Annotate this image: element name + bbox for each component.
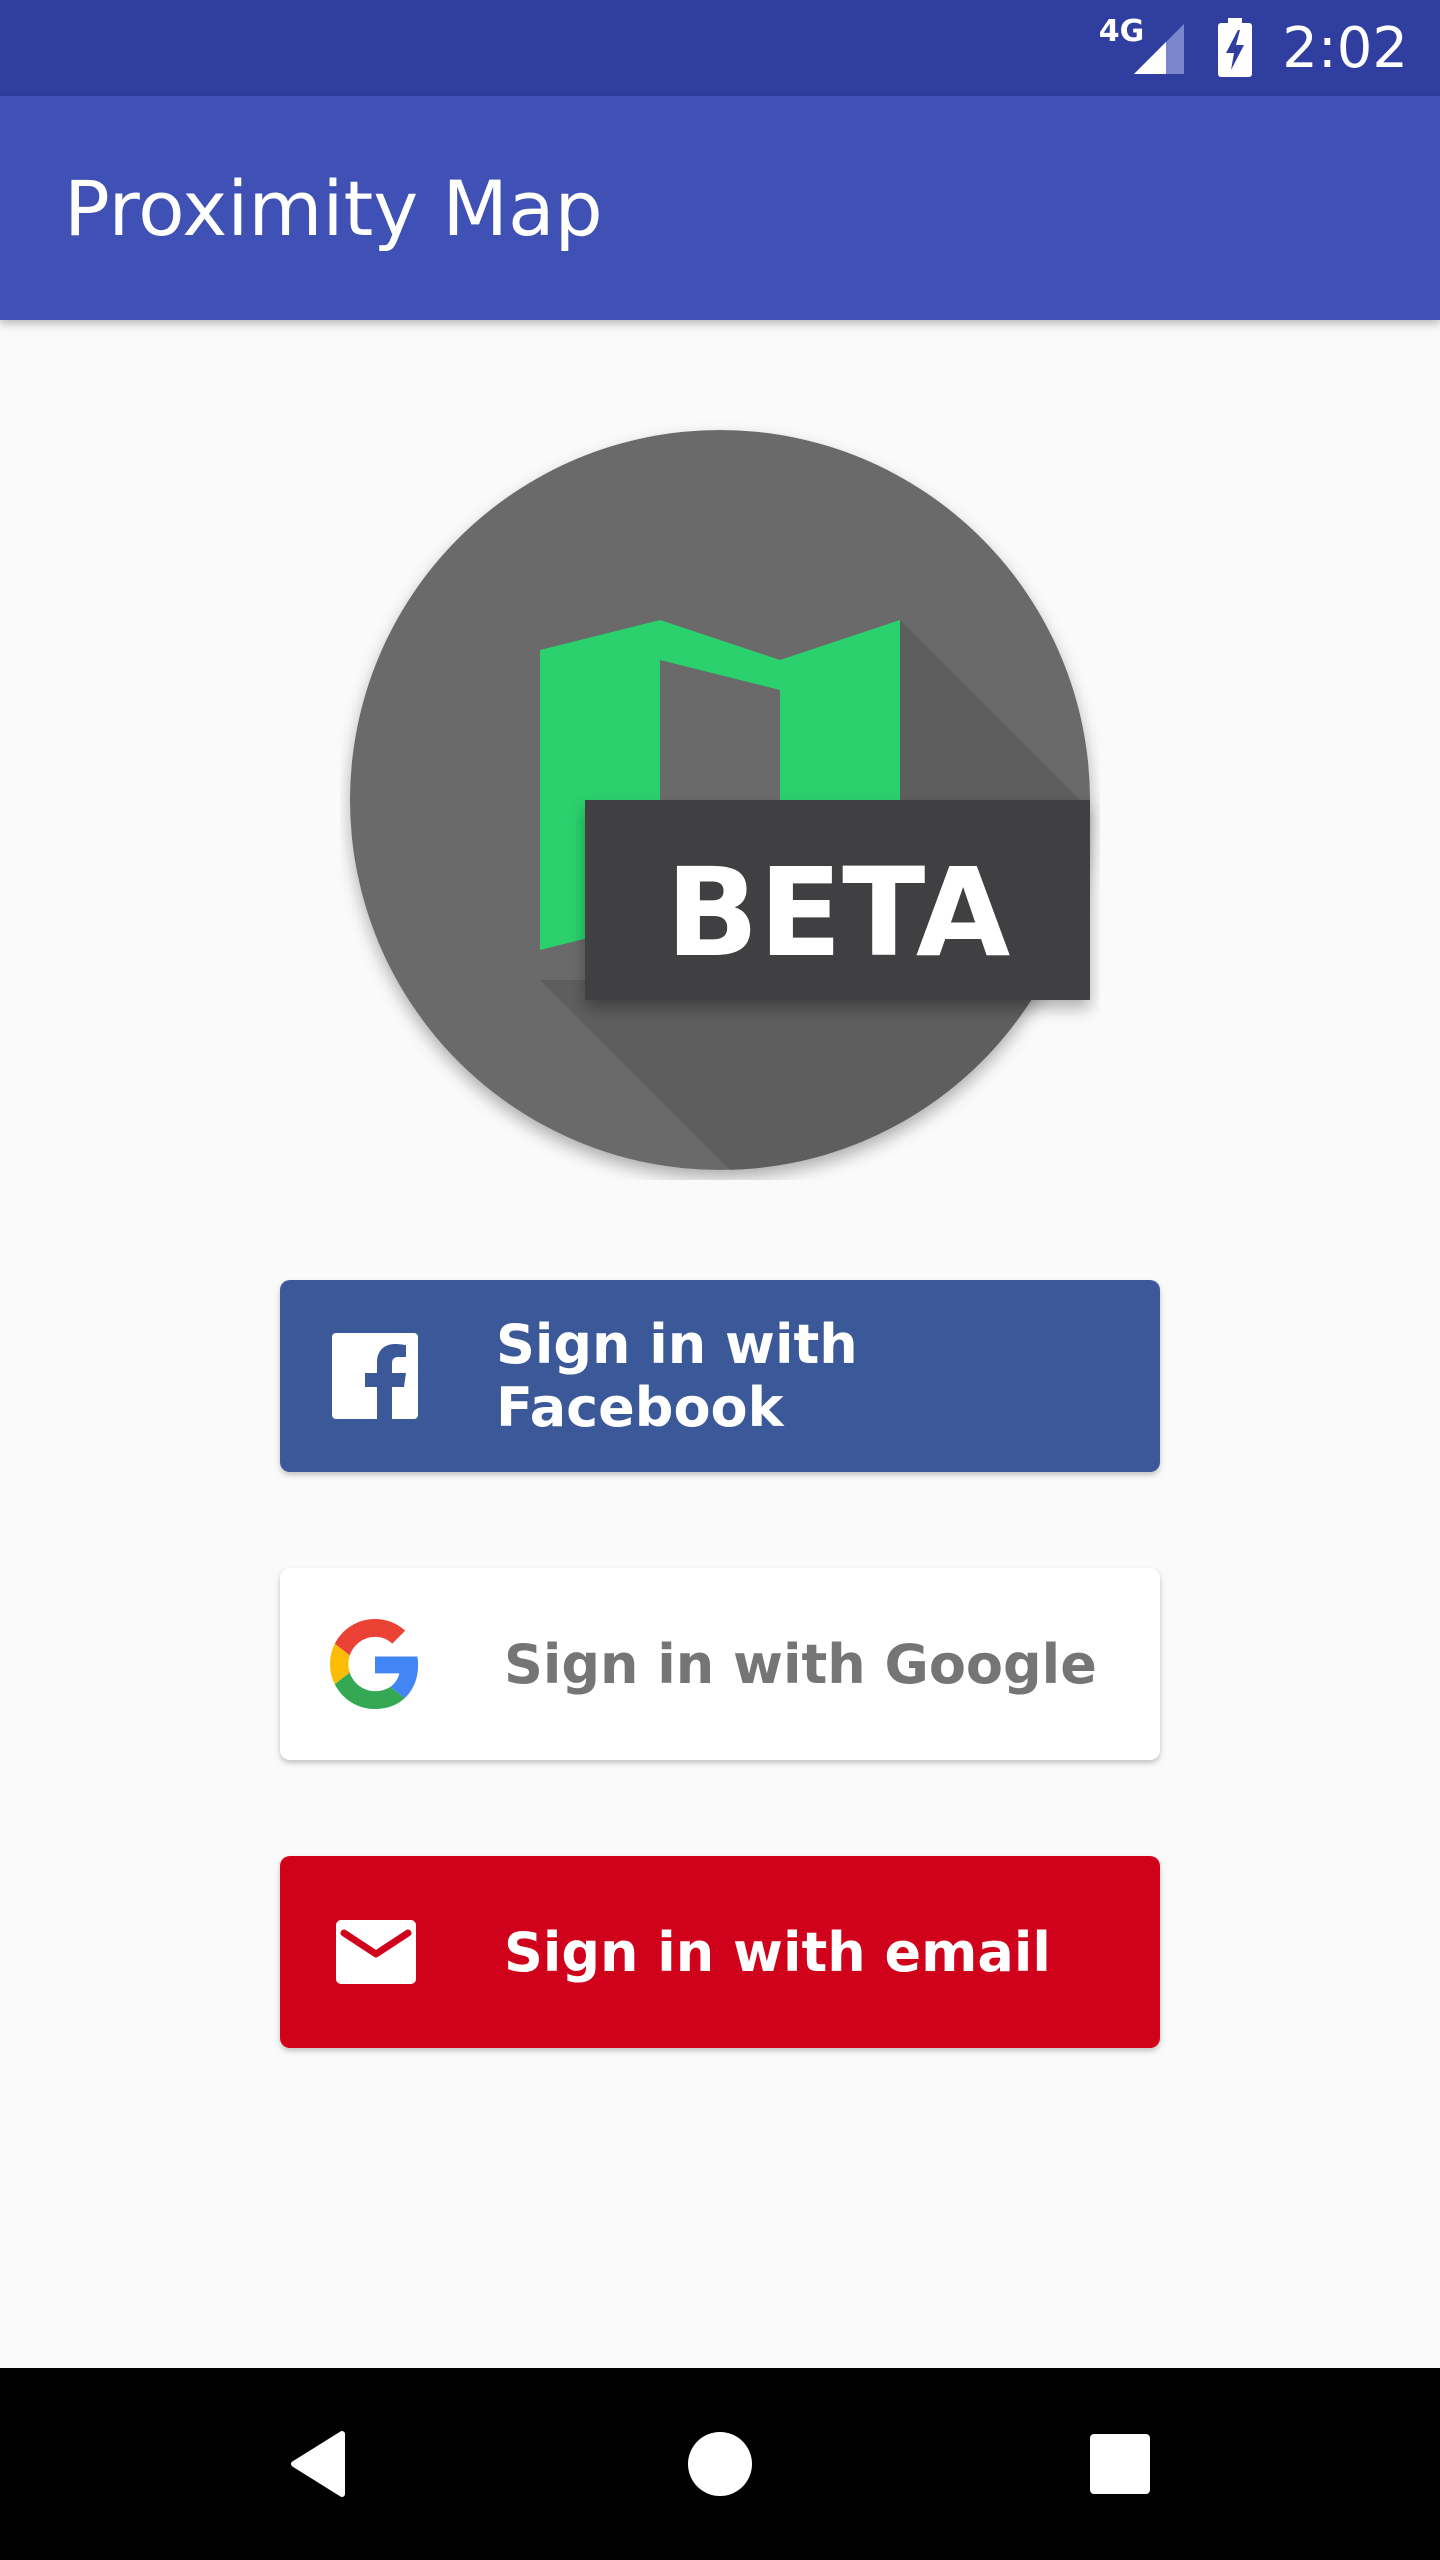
logo-badge-text: BETA xyxy=(666,842,1011,984)
status-bar: 4G 2:02 xyxy=(0,0,1440,96)
cellular-signal-icon xyxy=(1134,24,1185,74)
recents-icon[interactable] xyxy=(1080,2424,1160,2504)
facebook-sign-in-label: Sign in with Facebook xyxy=(496,1313,858,1439)
navigation-bar xyxy=(0,2368,1440,2560)
google-icon xyxy=(330,1619,419,1709)
facebook-icon xyxy=(332,1333,418,1421)
email-sign-in-label: Sign in with email xyxy=(504,1920,1051,1984)
google-sign-in-button[interactable]: Sign in with Google xyxy=(280,1568,1160,1760)
app-bar: Proximity Map xyxy=(0,96,1440,320)
email-sign-in-button[interactable]: Sign in with email xyxy=(280,1856,1160,2048)
mail-icon xyxy=(336,1920,416,1984)
app-logo: BETA xyxy=(350,430,1090,1170)
clock: 2:02 xyxy=(1282,15,1408,81)
battery-charging-icon xyxy=(1218,18,1253,77)
app-title: Proximity Map xyxy=(64,163,603,253)
google-sign-in-label: Sign in with Google xyxy=(504,1632,1097,1696)
facebook-sign-in-button[interactable]: Sign in with Facebook xyxy=(280,1280,1160,1472)
back-icon[interactable] xyxy=(280,2424,360,2504)
home-icon[interactable] xyxy=(680,2424,760,2504)
